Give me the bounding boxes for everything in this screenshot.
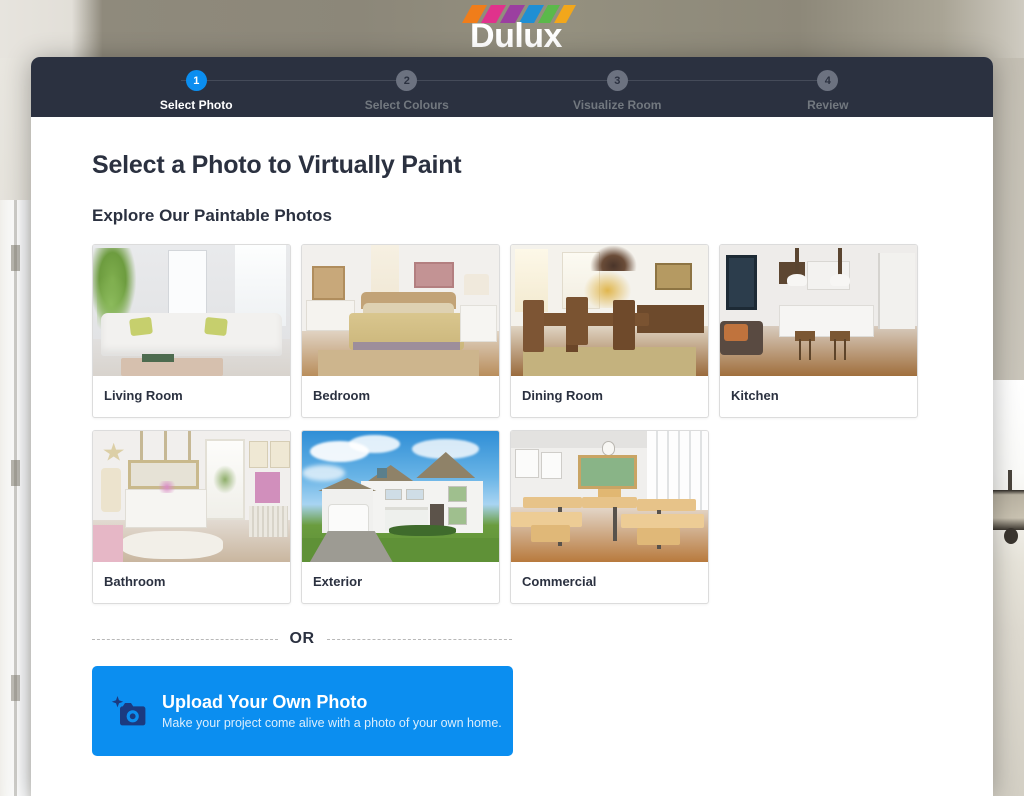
photo-label-exterior: Exterior (313, 574, 363, 589)
step-3-label: Visualize Room (573, 98, 662, 112)
upload-button-texts: Upload Your Own Photo Make your project … (162, 692, 502, 730)
photo-thumbnail-kitchen (720, 245, 917, 376)
step-4-review[interactable]: 4 Review (723, 57, 934, 117)
upload-button-subtitle: Make your project come alive with a phot… (162, 716, 502, 730)
step-4-number: 4 (817, 70, 839, 91)
upload-button-title: Upload Your Own Photo (162, 692, 368, 712)
page-title: Select a Photo to Virtually Paint (92, 151, 462, 179)
step-1-label: Select Photo (159, 98, 233, 112)
photo-thumbnail-bedroom (302, 245, 499, 376)
photo-card-dining-room[interactable]: Dining Room (510, 244, 709, 418)
divider-line-left (92, 638, 278, 640)
background-lamp-base (1004, 528, 1018, 544)
step-1-select-photo[interactable]: 1 Select Photo (91, 57, 407, 117)
step-3-visualize-room[interactable]: 3 Visualize Room (512, 57, 828, 117)
section-title: Explore Our Paintable Photos (92, 206, 332, 225)
divider-line-right (326, 638, 512, 640)
step-2-number: 2 (396, 70, 418, 91)
dulux-wordmark: Dulux (470, 17, 562, 55)
step-2-label: Select Colours (364, 98, 449, 112)
step-3-number: 3 (606, 70, 628, 91)
photo-label-bathroom: Bathroom (104, 574, 166, 589)
photo-label-living-room: Living Room (104, 388, 183, 403)
photo-thumbnail-exterior (302, 431, 499, 562)
paintable-photo-grid: Living Room Bedroom Dining Room Kitchen … (92, 244, 933, 604)
photo-card-living-room[interactable]: Living Room (92, 244, 291, 418)
photo-label-bedroom: Bedroom (313, 388, 371, 403)
photo-thumbnail-bathroom (93, 431, 290, 562)
photo-card-exterior[interactable]: Exterior (301, 430, 500, 604)
photo-thumbnail-living-room (93, 245, 290, 376)
upload-your-own-photo-button[interactable]: Upload Your Own Photo Make your project … (92, 666, 513, 756)
camera-plus-icon (110, 695, 146, 727)
step-1-number: 1 (185, 70, 207, 91)
photo-card-commercial[interactable]: Commercial (510, 430, 709, 604)
divider-label: OR (289, 630, 315, 647)
photo-thumbnail-commercial (511, 431, 708, 562)
modal-content: Select a Photo to Virtually Paint Explor… (31, 117, 993, 756)
step-2-select-colours[interactable]: 2 Select Colours (302, 57, 618, 117)
photo-label-dining-room: Dining Room (522, 388, 603, 403)
wizard-stepper: 1 Select Photo 2 Select Colours 3 Visual… (31, 57, 993, 117)
photo-card-bedroom[interactable]: Bedroom (301, 244, 500, 418)
step-4-label: Review (807, 98, 849, 112)
photo-label-kitchen: Kitchen (731, 388, 779, 403)
photo-label-commercial: Commercial (522, 574, 597, 589)
or-divider: OR (92, 630, 512, 648)
dulux-logo: Dulux (446, 3, 586, 55)
photo-card-bathroom[interactable]: Bathroom (92, 430, 291, 604)
photo-thumbnail-dining-room (511, 245, 708, 376)
virtual-painter-modal: 1 Select Photo 2 Select Colours 3 Visual… (31, 57, 993, 796)
photo-card-kitchen[interactable]: Kitchen (719, 244, 918, 418)
